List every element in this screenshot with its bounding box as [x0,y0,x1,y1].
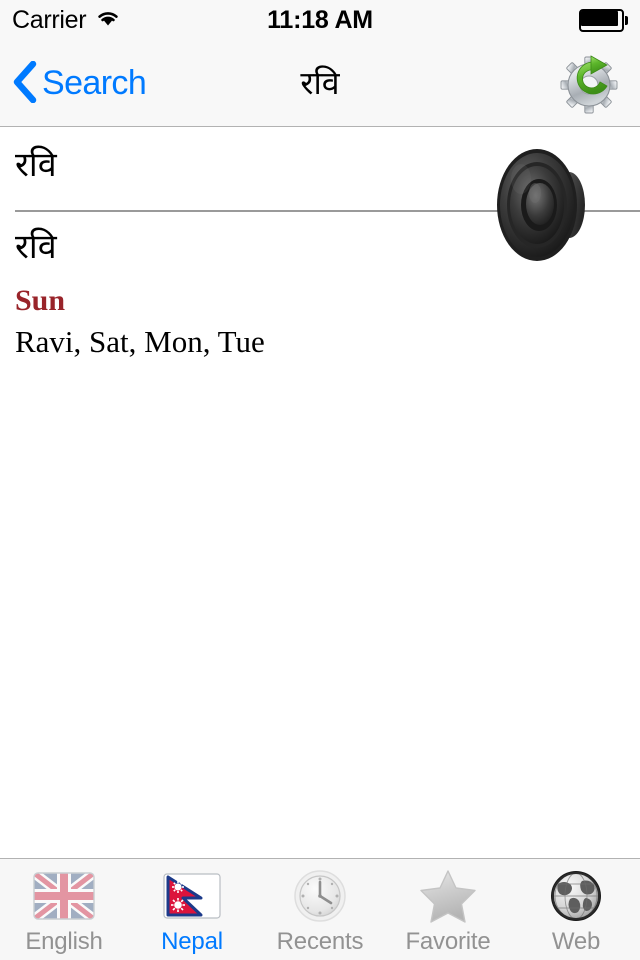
tab-recents[interactable]: Recents [256,859,384,960]
tab-english-label: English [25,928,103,955]
gloss-definition: Ravi, Sat, Mon, Tue [15,324,265,359]
tab-nepal-label: Nepal [161,928,223,955]
entry-content: रवि रवि Sun Ravi, Sat, Mon, Tue [0,128,640,858]
tab-web-label: Web [551,928,601,955]
tab-bar: English Nepal Recents Favorite Web [0,858,640,960]
back-button[interactable]: Search [13,60,147,106]
navigation-bar: Search रवि [0,40,640,127]
app-root: Carrier 11:18 AM Search रवि रवि रवि Sun … [0,0,640,960]
clock-icon [288,869,352,923]
nepal-flag-icon [160,869,224,923]
battery-full-icon [579,8,628,32]
gear-refresh-icon[interactable] [559,51,623,115]
uk-flag-icon [32,869,96,923]
tab-english[interactable]: English [0,859,128,960]
tab-nepal[interactable]: Nepal [128,859,256,960]
headword-primary: रवि [15,145,57,185]
globe-icon [544,869,608,923]
back-button-label: Search [42,63,147,102]
speaker-icon[interactable] [495,143,595,268]
chevron-left-icon [13,60,37,106]
carrier-label: Carrier [12,5,87,34]
status-bar-right [579,8,628,32]
tab-favorite-label: Favorite [405,928,491,955]
tab-favorite[interactable]: Favorite [384,859,512,960]
tab-web[interactable]: Web [512,859,640,960]
status-bar-left: Carrier [12,6,121,35]
tab-recents-label: Recents [276,928,364,955]
star-icon [416,869,480,923]
wifi-icon [95,8,121,33]
gloss-headword: Sun [15,284,66,317]
status-bar: Carrier 11:18 AM [0,0,640,40]
headword-secondary: रवि [15,227,57,267]
